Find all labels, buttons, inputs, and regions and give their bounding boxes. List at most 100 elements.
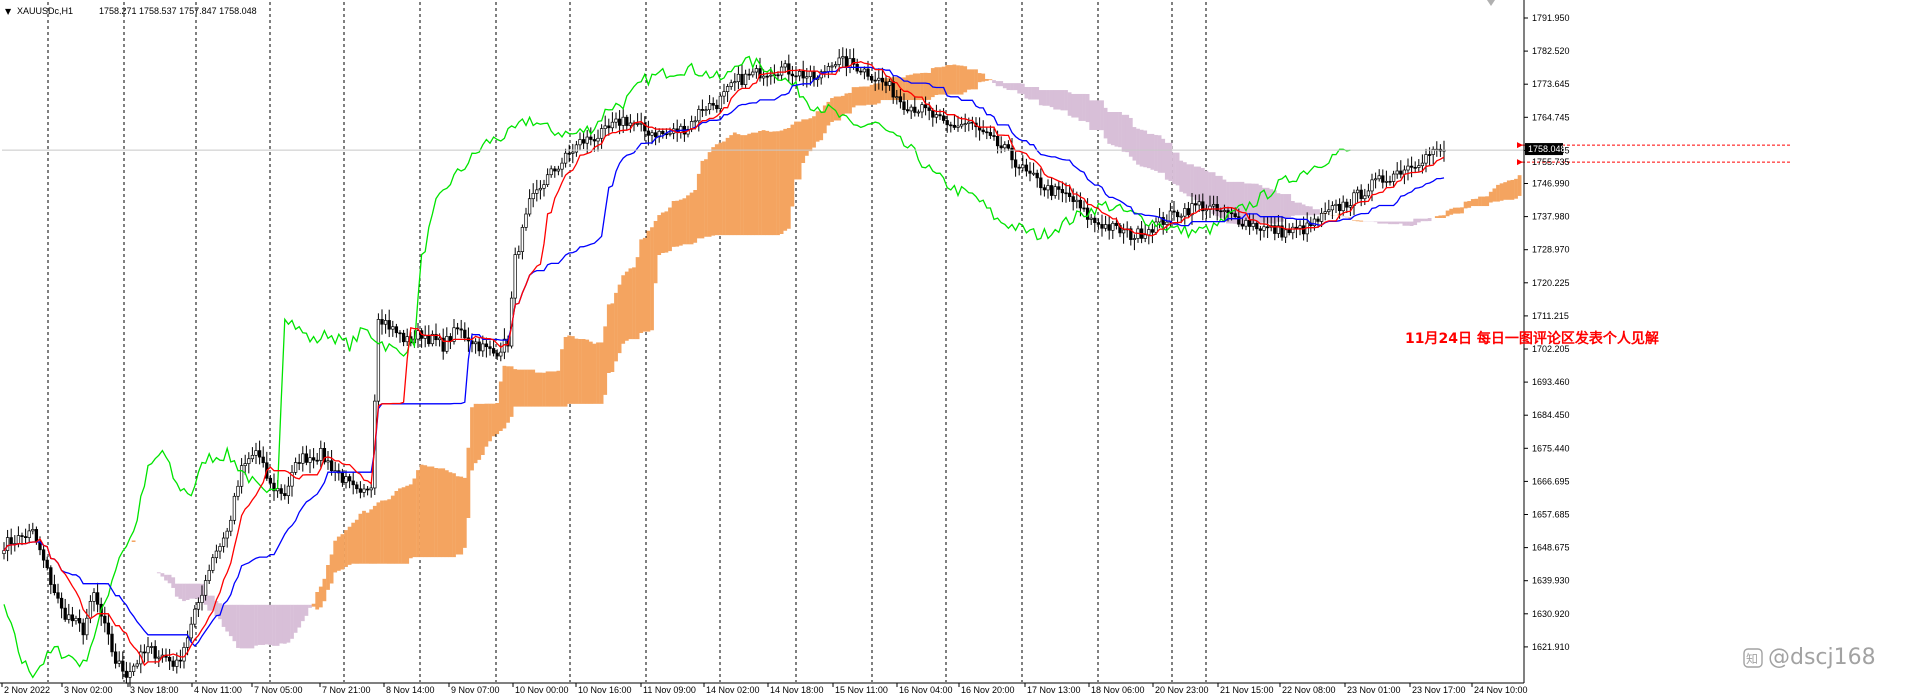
candle-body (1370, 179, 1374, 192)
candle-body (887, 81, 892, 86)
candle-body (445, 336, 449, 352)
candle-body (365, 488, 370, 491)
candle-body (884, 81, 888, 86)
candle-body (920, 104, 924, 113)
candle-body (895, 96, 899, 99)
candle-body (1100, 224, 1104, 229)
candle-body (736, 73, 741, 83)
candle-body (963, 123, 967, 126)
candle-body (301, 453, 305, 464)
menu-arrow-icon[interactable]: ▼ (5, 7, 12, 16)
candle-body (286, 485, 291, 497)
candle-body (1031, 172, 1036, 175)
candle-body (905, 109, 910, 112)
x-tick-label: 4 Nov 11:00 (194, 685, 242, 695)
candle-body (1316, 218, 1320, 222)
candle-body (344, 476, 348, 483)
candle-body (754, 68, 759, 73)
candle-body (398, 332, 402, 335)
candle-body (679, 125, 683, 133)
candle-body (1294, 226, 1299, 229)
candle-body (383, 320, 388, 325)
candle-body (387, 320, 391, 330)
candle-body (146, 646, 150, 654)
candle-body (927, 107, 931, 111)
candle-body (1355, 189, 1360, 194)
candle-body (81, 622, 85, 636)
candle-body (880, 77, 885, 83)
candle-body (902, 101, 906, 110)
symbol-label: XAUUSDc,H1 (17, 6, 73, 16)
y-tick-label: 1621.910 (1532, 642, 1570, 652)
candle-body (488, 346, 492, 349)
candle-body (646, 130, 651, 136)
candle-body (945, 120, 949, 126)
y-tick-label: 1648.675 (1532, 543, 1570, 553)
candle-body (898, 96, 903, 103)
candle-body (563, 152, 568, 164)
candle-body (153, 646, 157, 659)
candle-body (110, 633, 114, 653)
candle-body (877, 77, 881, 81)
candle-body (704, 109, 708, 112)
candle-body (531, 192, 535, 200)
candle-body (34, 529, 39, 543)
candle-body (941, 115, 946, 121)
candle-body (733, 81, 737, 84)
y-tick-label: 1728.970 (1532, 245, 1570, 255)
candle-body (103, 615, 107, 624)
candle-body (355, 484, 359, 490)
candle-body (1287, 229, 1291, 234)
candle-body (1417, 165, 1421, 168)
candle-body (117, 660, 121, 664)
candle-body (527, 198, 532, 215)
candle-body (347, 476, 352, 482)
candle-body (765, 75, 769, 78)
candle-body (1298, 225, 1302, 229)
candle-body (1395, 170, 1399, 175)
candle-body (952, 124, 957, 128)
candle-body (797, 70, 802, 77)
x-tick-label: 10 Nov 00:00 (515, 685, 569, 695)
candle-body (49, 567, 53, 585)
candle-body (293, 462, 298, 473)
candle-body (779, 66, 784, 76)
candle-body (729, 82, 733, 87)
x-tick-label: 9 Nov 07:00 (451, 685, 500, 695)
candle-body (614, 118, 618, 123)
x-tick-label: 20 Nov 23:00 (1155, 685, 1209, 695)
candle-body (250, 454, 255, 460)
candle-body (333, 470, 337, 473)
x-tick-label: 14 Nov 18:00 (770, 685, 824, 695)
candle-body (830, 65, 834, 68)
candle-body (423, 335, 427, 339)
current-price-label: 1758.048 (1528, 144, 1566, 154)
candle-body (931, 110, 935, 118)
candle-body (1111, 222, 1115, 231)
candle-body (236, 485, 240, 497)
candle-body (369, 487, 373, 491)
candle-body (1330, 205, 1335, 211)
candle-body (283, 493, 287, 497)
candle-body (1211, 204, 1216, 207)
x-tick-label: 16 Nov 20:00 (961, 685, 1015, 695)
candle-body (715, 104, 719, 110)
candle-body (556, 168, 561, 172)
candle-body (268, 477, 273, 484)
y-tick-label: 1720.225 (1532, 278, 1570, 288)
candle-body (1071, 196, 1075, 203)
candle-body (653, 132, 658, 138)
candle-body (23, 536, 28, 538)
candle-body (1003, 144, 1007, 149)
candle-body (542, 184, 546, 189)
candle-body (740, 73, 744, 86)
candle-body (1219, 210, 1223, 213)
candle-body (308, 457, 312, 463)
candle-body (463, 329, 467, 339)
candle-body (495, 352, 499, 357)
candle-body (1399, 170, 1403, 175)
candle-body (16, 535, 21, 544)
candle-body (2, 550, 6, 554)
candle-body (304, 453, 309, 463)
candle-body (427, 335, 431, 345)
